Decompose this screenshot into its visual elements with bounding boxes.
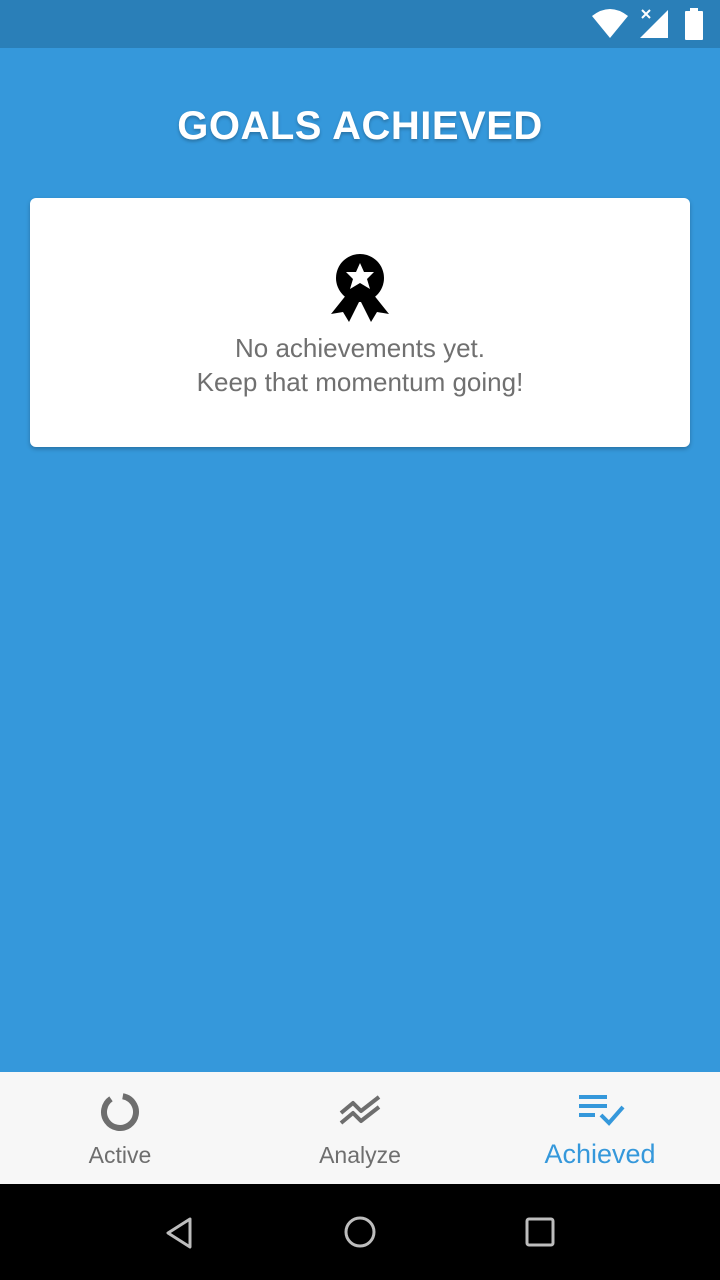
system-navigation-bar [0,1184,720,1280]
empty-achievements-card: No achievements yet. Keep that momentum … [30,198,690,447]
status-bar [0,0,720,48]
tab-active-label: Active [88,1142,152,1168]
checklist-icon [579,1095,625,1126]
back-icon[interactable] [164,1216,196,1250]
trend-chart-icon [339,1095,381,1125]
tab-analyze-label: Analyze [319,1142,401,1168]
bottom-navigation: Active Analyze Achieved [0,1072,720,1184]
wifi-icon [592,9,628,38]
ring-progress-icon [101,1093,139,1131]
empty-message-line2: Keep that momentum going! [196,367,524,397]
tab-active[interactable]: Active [0,1072,240,1184]
recents-icon[interactable] [524,1216,556,1248]
page-title: GOALS ACHIEVED [177,104,543,148]
battery-icon [685,8,703,40]
signal-no-sim-icon [640,9,668,38]
empty-message-line1: No achievements yet. [234,333,485,363]
tab-achieved-label: Achieved [544,1139,656,1169]
tab-achieved[interactable]: Achieved [480,1072,720,1184]
home-icon[interactable] [344,1216,376,1248]
tab-analyze[interactable]: Analyze [240,1072,480,1184]
award-ribbon-icon [331,254,389,322]
